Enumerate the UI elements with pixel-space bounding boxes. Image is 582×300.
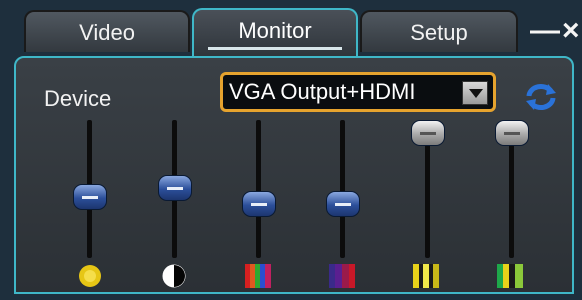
hue-bars-icon (329, 264, 355, 288)
slider-knob-contrast[interactable] (158, 174, 192, 201)
refresh-icon[interactable] (524, 82, 558, 112)
tab-video-label: Video (79, 20, 135, 45)
slider-knob-hue[interactable] (326, 190, 360, 217)
slider-track-color[interactable] (256, 120, 261, 258)
active-tab-underline (208, 47, 342, 50)
slider-knob-green[interactable] (495, 120, 529, 146)
dropdown-arrow-icon[interactable] (462, 81, 488, 105)
green-bars-icon (497, 264, 523, 288)
device-select[interactable]: VGA Output+HDMI (220, 72, 496, 112)
tab-setup[interactable]: Setup (360, 10, 518, 52)
slider-knob-color[interactable] (242, 190, 276, 217)
color-bars-icon (245, 264, 271, 288)
yellow-bars-icon (413, 264, 439, 288)
monitor-settings-window: Video Setup Monitor —× Device VGA Output… (0, 0, 582, 300)
device-label: Device (44, 86, 112, 111)
slider-knob-brightness[interactable] (73, 184, 107, 211)
tab-monitor[interactable]: Monitor (192, 8, 358, 56)
device-select-value: VGA Output+HDMI (229, 79, 416, 104)
slider-knob-yellow[interactable] (411, 120, 445, 146)
slider-track-hue[interactable] (340, 120, 345, 258)
contrast-icon (162, 264, 186, 288)
brightness-icon (79, 265, 101, 287)
tab-video[interactable]: Video (24, 10, 190, 52)
tab-monitor-label: Monitor (238, 18, 312, 43)
tab-setup-label: Setup (410, 20, 468, 45)
window-controls[interactable]: —× (530, 14, 582, 48)
